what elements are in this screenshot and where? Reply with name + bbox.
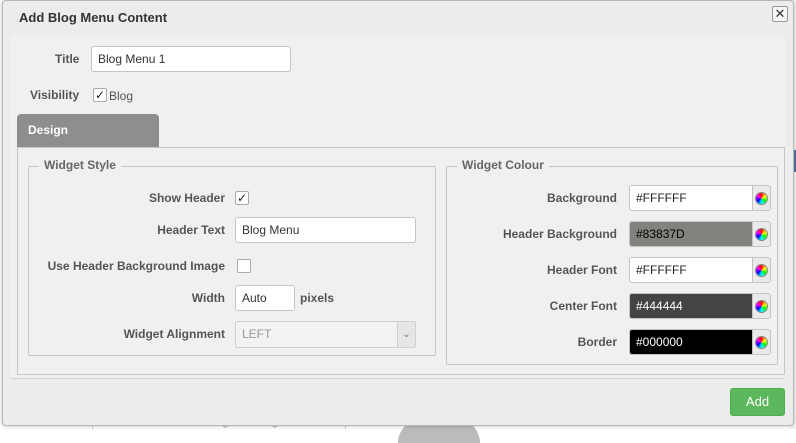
center-font-colour-label: Center Font [549,299,617,313]
use-header-bg-image-checkbox[interactable] [237,259,251,273]
background-colour-input[interactable]: #FFFFFF [629,185,753,211]
header-font-colour-label: Header Font [546,263,617,277]
show-header-checkbox[interactable]: ✓ [235,191,249,205]
widget-colour-fieldset: Widget Colour Background #FFFFFF Header … [446,158,778,365]
center-font-colour-input[interactable]: #444444 [629,293,753,319]
header-text-label: Header Text [157,223,225,237]
widget-colour-legend: Widget Colour [457,158,549,172]
header-font-colour-picker-button[interactable] [753,257,771,283]
color-wheel-icon [756,301,767,312]
checkmark-icon: ✓ [236,191,248,205]
header-font-colour-input[interactable]: #FFFFFF [629,257,753,283]
color-wheel-icon [756,265,767,276]
color-wheel-icon [756,229,767,240]
width-label: Width [191,291,225,305]
background-colour-picker-button[interactable] [753,185,771,211]
close-icon[interactable]: ✕ [772,6,788,22]
background-colour-label: Background [546,191,617,205]
border-colour-picker-button[interactable] [753,329,771,355]
design-tab-panel: Widget Style Show Header ✓ Header Text B… [17,147,785,375]
header-background-colour-input[interactable]: #83837D [629,221,753,247]
width-unit-label: pixels [300,291,335,305]
title-input[interactable]: Blog Menu 1 [91,46,291,72]
show-header-label: Show Header [148,191,225,205]
title-label: Title [55,52,80,66]
visibility-blog-label: Blog [109,89,134,103]
widget-alignment-select[interactable]: LEFT ⌄ [235,321,416,348]
header-background-colour-picker-button[interactable] [753,221,771,247]
center-font-colour-picker-button[interactable] [753,293,771,319]
add-blog-menu-dialog: Add Blog Menu Content ✕ Title Blog Menu … [2,0,794,426]
dialog-header: Add Blog Menu Content ✕ [3,1,793,35]
border-colour-input[interactable]: #000000 [629,329,753,355]
visibility-label: Visibility [30,88,80,102]
widget-style-fieldset: Widget Style Show Header ✓ Header Text B… [28,158,436,356]
color-wheel-icon [756,337,767,348]
widget-alignment-value: LEFT [242,327,272,341]
tab-design[interactable]: Design [17,114,159,148]
widget-style-legend: Widget Style [39,158,121,172]
width-input[interactable]: Auto [235,285,295,311]
chevron-down-icon: ⌄ [397,322,415,347]
header-text-input[interactable]: Blog Menu [235,217,416,243]
visibility-blog-checkbox[interactable]: ✓ [93,88,107,102]
checkmark-icon: ✓ [94,88,106,102]
border-colour-label: Border [577,335,617,349]
footer-divider [11,378,785,379]
use-header-bg-image-label: Use Header Background Image [47,259,225,273]
add-button[interactable]: Add [730,388,785,416]
color-wheel-icon [756,193,767,204]
dialog-title: Add Blog Menu Content [19,10,168,25]
header-background-colour-label: Header Background [502,227,617,241]
widget-alignment-label: Widget Alignment [123,327,225,341]
